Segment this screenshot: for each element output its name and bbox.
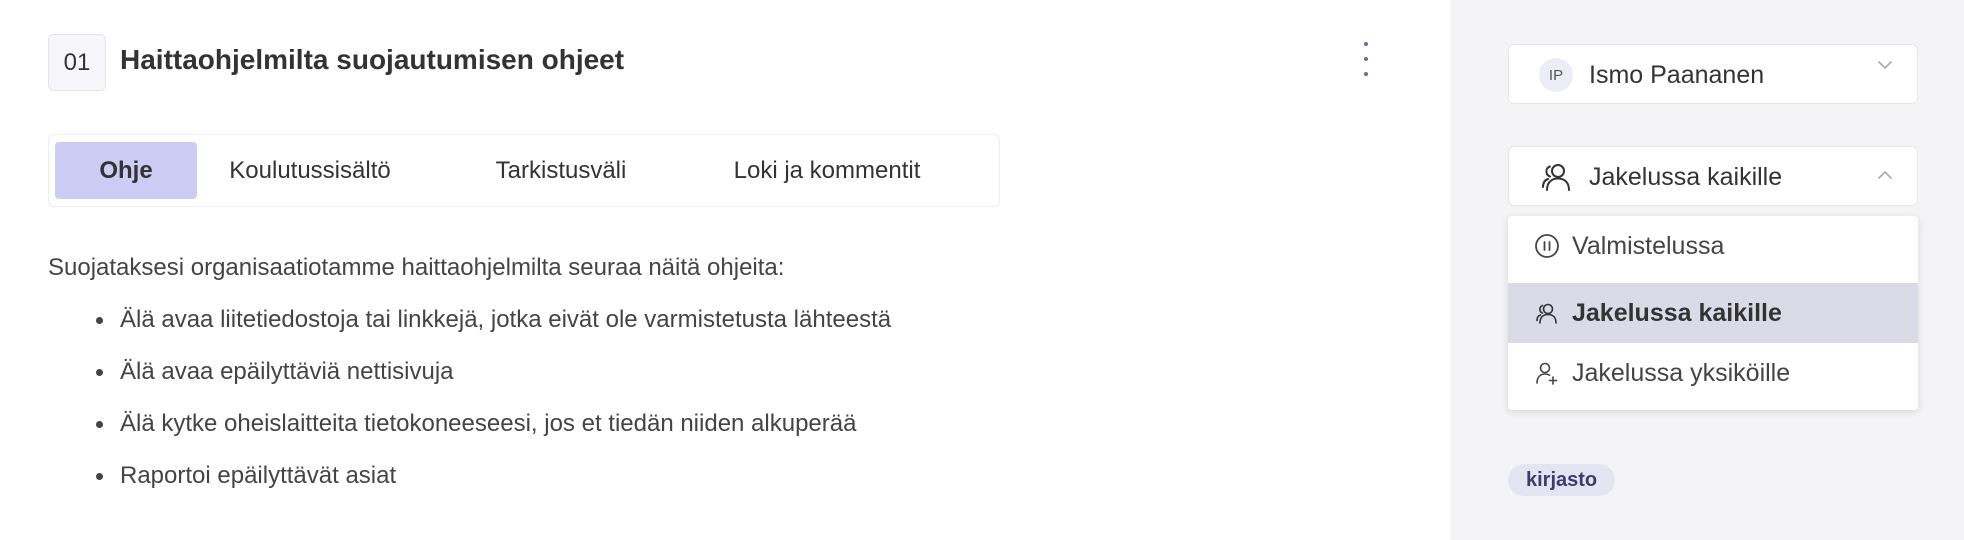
avatar: IP: [1539, 58, 1573, 92]
kebab-menu-icon[interactable]: [1356, 42, 1376, 76]
chevron-down-icon[interactable]: [1877, 57, 1893, 73]
tab-koulutussisalto[interactable]: Koulutussisältö: [197, 142, 423, 199]
owner-select[interactable]: IP Ismo Paananen: [1508, 44, 1918, 104]
bullet-icon: [96, 369, 103, 376]
app-root: 01 Haittaohjelmilta suojautumisen ohjeet…: [0, 0, 1964, 540]
page-title: Haittaohjelmilta suojautumisen ohjeet: [120, 44, 625, 75]
bullet-icon: [96, 317, 103, 324]
status-select[interactable]: Jakelussa kaikille: [1508, 146, 1918, 206]
kebab-dot: [1364, 57, 1368, 61]
chevron-up-icon[interactable]: [1877, 167, 1893, 183]
list-item: Älä kytke oheislaitteita tietokoneeseesi…: [96, 406, 891, 458]
list-item: Älä avaa liitetiedostoja tai linkkejä, j…: [96, 302, 891, 354]
user-plus-icon: [1536, 362, 1558, 385]
list-item: Älä avaa epäilyttäviä nettisivuja: [96, 354, 891, 406]
tab-ohje[interactable]: Ohje: [55, 142, 197, 199]
status-dropdown-menu: Valmistelussa Jakelussa kaikille Jakelus…: [1508, 216, 1918, 410]
main-panel: 01 Haittaohjelmilta suojautumisen ohjeet…: [0, 0, 1450, 540]
owner-name: Ismo Paananen: [1589, 61, 1765, 89]
status-option-jakelussa-kaikille[interactable]: Jakelussa kaikille: [1508, 283, 1918, 343]
status-option-label: Jakelussa kaikille: [1572, 299, 1782, 327]
list-item-text: Älä avaa epäilyttäviä nettisivuja: [120, 358, 454, 385]
users-icon: [1542, 164, 1570, 191]
status-option-label: Jakelussa yksiköille: [1572, 359, 1791, 387]
kebab-dot: [1364, 42, 1368, 46]
tab-loki-ja-kommentit[interactable]: Loki ja kommentit: [699, 142, 955, 199]
pause-circle-icon: [1535, 234, 1559, 258]
status-option-valmistelussa[interactable]: Valmistelussa: [1508, 216, 1918, 276]
tab-bar: Ohje Koulutussisältö Tarkistusväli Loki …: [48, 134, 1000, 207]
status-selected-label: Jakelussa kaikille: [1589, 163, 1783, 191]
item-number-badge: 01: [48, 34, 106, 91]
tag-kirjasto[interactable]: kirjasto: [1508, 464, 1616, 496]
instructions-list: Älä avaa liitetiedostoja tai linkkejä, j…: [96, 302, 891, 510]
tab-tarkistusvali[interactable]: Tarkistusväli: [423, 142, 699, 199]
list-item: Raportoi epäilyttävät asiat: [96, 458, 891, 510]
list-item-text: Älä kytke oheislaitteita tietokoneeseesi…: [120, 410, 857, 437]
list-item-text: Älä avaa liitetiedostoja tai linkkejä, j…: [120, 306, 892, 333]
instructions-intro: Suojataksesi organisaatiotamme haittaohj…: [48, 254, 785, 281]
bullet-icon: [96, 473, 103, 480]
sidebar: IP Ismo Paananen Jakelussa kaikille Valm…: [1450, 0, 1964, 540]
status-option-label: Valmistelussa: [1572, 232, 1725, 260]
list-item-text: Raportoi epäilyttävät asiat: [120, 462, 397, 489]
users-icon: [1536, 303, 1557, 324]
status-option-jakelussa-yksikoille[interactable]: Jakelussa yksiköille: [1508, 343, 1918, 403]
kebab-dot: [1364, 72, 1368, 76]
bullet-icon: [96, 421, 103, 428]
